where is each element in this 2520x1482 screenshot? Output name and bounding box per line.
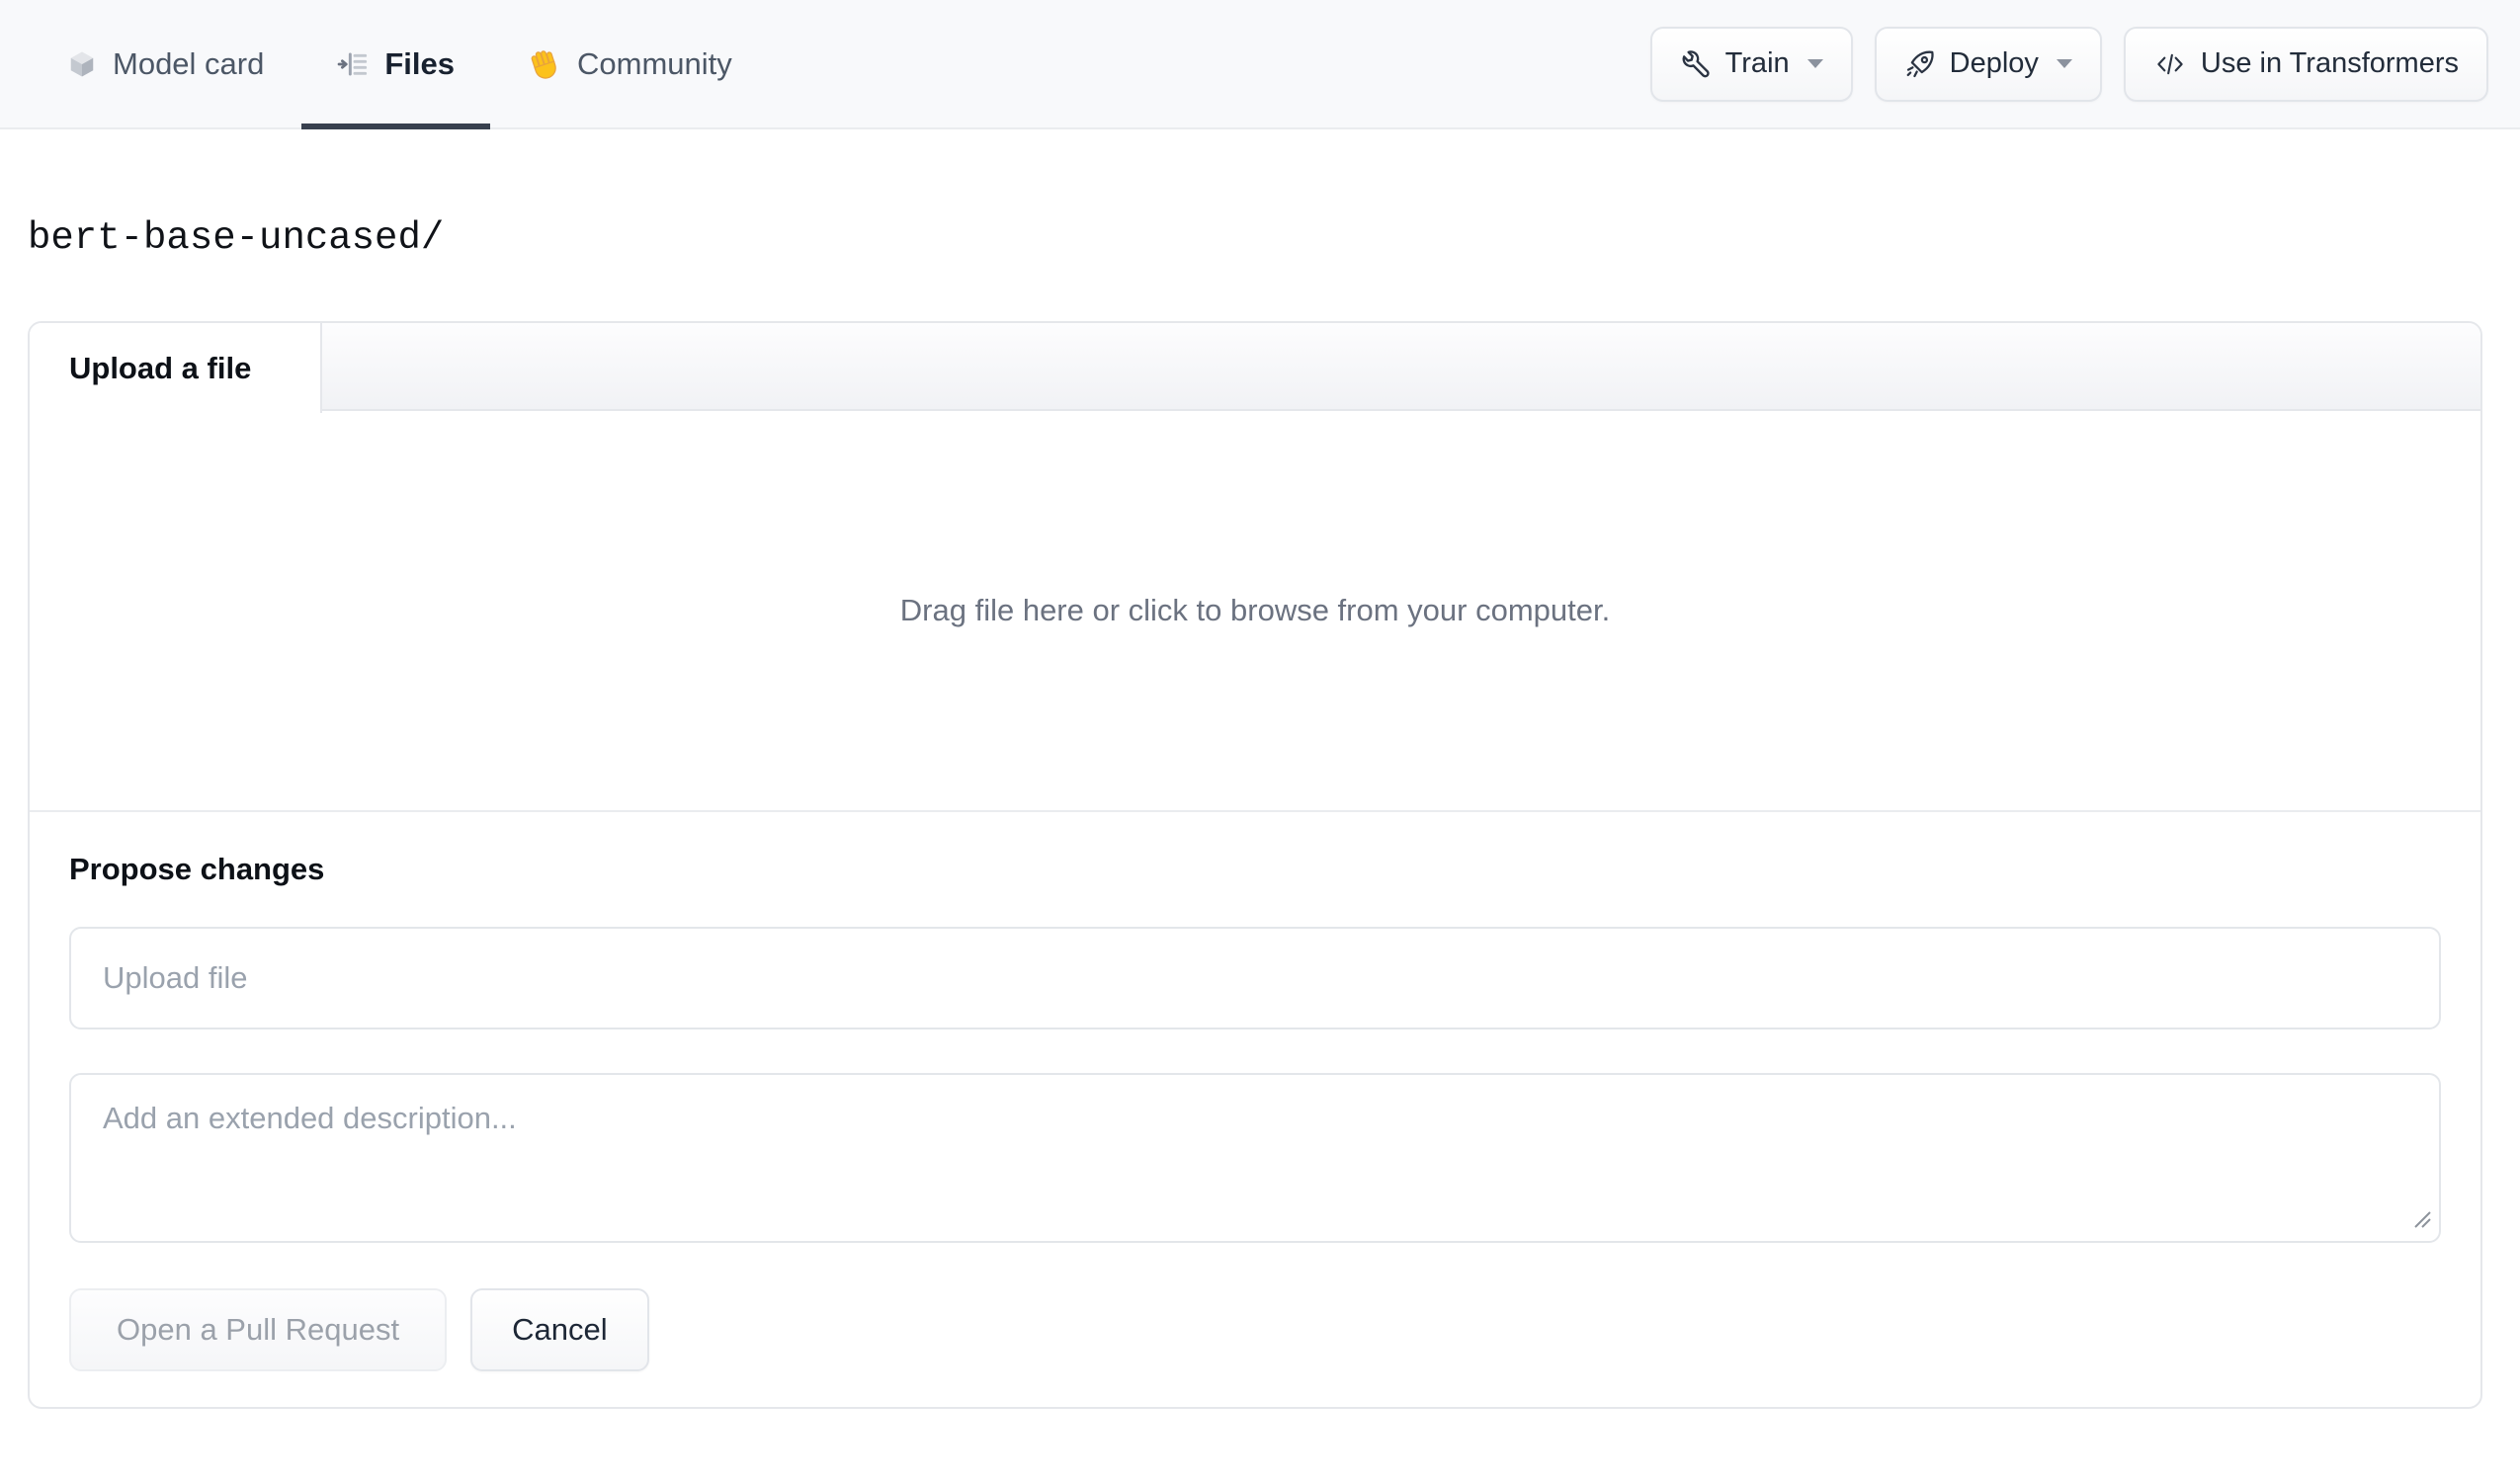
tab-community[interactable]: Community: [528, 0, 732, 127]
tab-upload-a-file[interactable]: Upload a file: [30, 323, 322, 413]
tab-label: Files: [384, 45, 456, 81]
cube-icon: [67, 49, 97, 79]
rocket-icon: [1904, 48, 1936, 80]
deploy-label: Deploy: [1949, 47, 2039, 79]
file-dropzone[interactable]: Drag file here or click to browse from y…: [30, 411, 2480, 810]
train-button[interactable]: Train: [1649, 26, 1853, 102]
upload-card: Upload a file Drag file here or click to…: [28, 321, 2482, 1409]
deploy-button[interactable]: Deploy: [1874, 26, 2102, 102]
open-pull-request-button[interactable]: Open a Pull Request: [69, 1288, 448, 1371]
cancel-button[interactable]: Cancel: [470, 1288, 649, 1371]
tab-files[interactable]: Files: [301, 0, 490, 129]
waving-hand-icon: [528, 47, 561, 81]
code-icon: [2153, 47, 2187, 81]
chevron-down-icon: [2056, 59, 2072, 68]
tab-label: Model card: [113, 45, 265, 81]
repo-action-buttons: Train Deploy Use in Transformers: [1649, 0, 2520, 127]
wrench-icon: [1680, 48, 1712, 80]
chevron-down-icon: [1806, 59, 1823, 68]
train-label: Train: [1724, 47, 1790, 79]
tab-model-card[interactable]: Model card: [67, 0, 264, 127]
use-in-transformers-label: Use in Transformers: [2200, 47, 2459, 79]
upload-card-tabbar: Upload a file: [30, 323, 2480, 413]
main-content: bert-base-uncased/ Upload a file Drag fi…: [0, 216, 2520, 1409]
file-versions-icon: [337, 48, 369, 80]
propose-changes-section: Propose changes Open a Pull Request Canc…: [30, 810, 2480, 1407]
description-field-wrapper: [69, 1073, 2441, 1243]
propose-actions: Open a Pull Request Cancel: [69, 1288, 2441, 1371]
breadcrumb: bert-base-uncased/: [28, 216, 445, 260]
tab-label: Community: [577, 45, 732, 81]
repo-header-bar: Model card Files Community Train Deploy …: [0, 0, 2520, 129]
propose-changes-title: Propose changes: [69, 852, 325, 886]
repo-tabs: Model card Files Community: [0, 0, 805, 129]
dropzone-hint: Drag file here or click to browse from y…: [899, 593, 1611, 627]
extended-description-textarea[interactable]: [69, 1073, 2441, 1243]
upload-filename-input[interactable]: [69, 927, 2441, 1029]
use-in-transformers-button[interactable]: Use in Transformers: [2123, 26, 2488, 102]
